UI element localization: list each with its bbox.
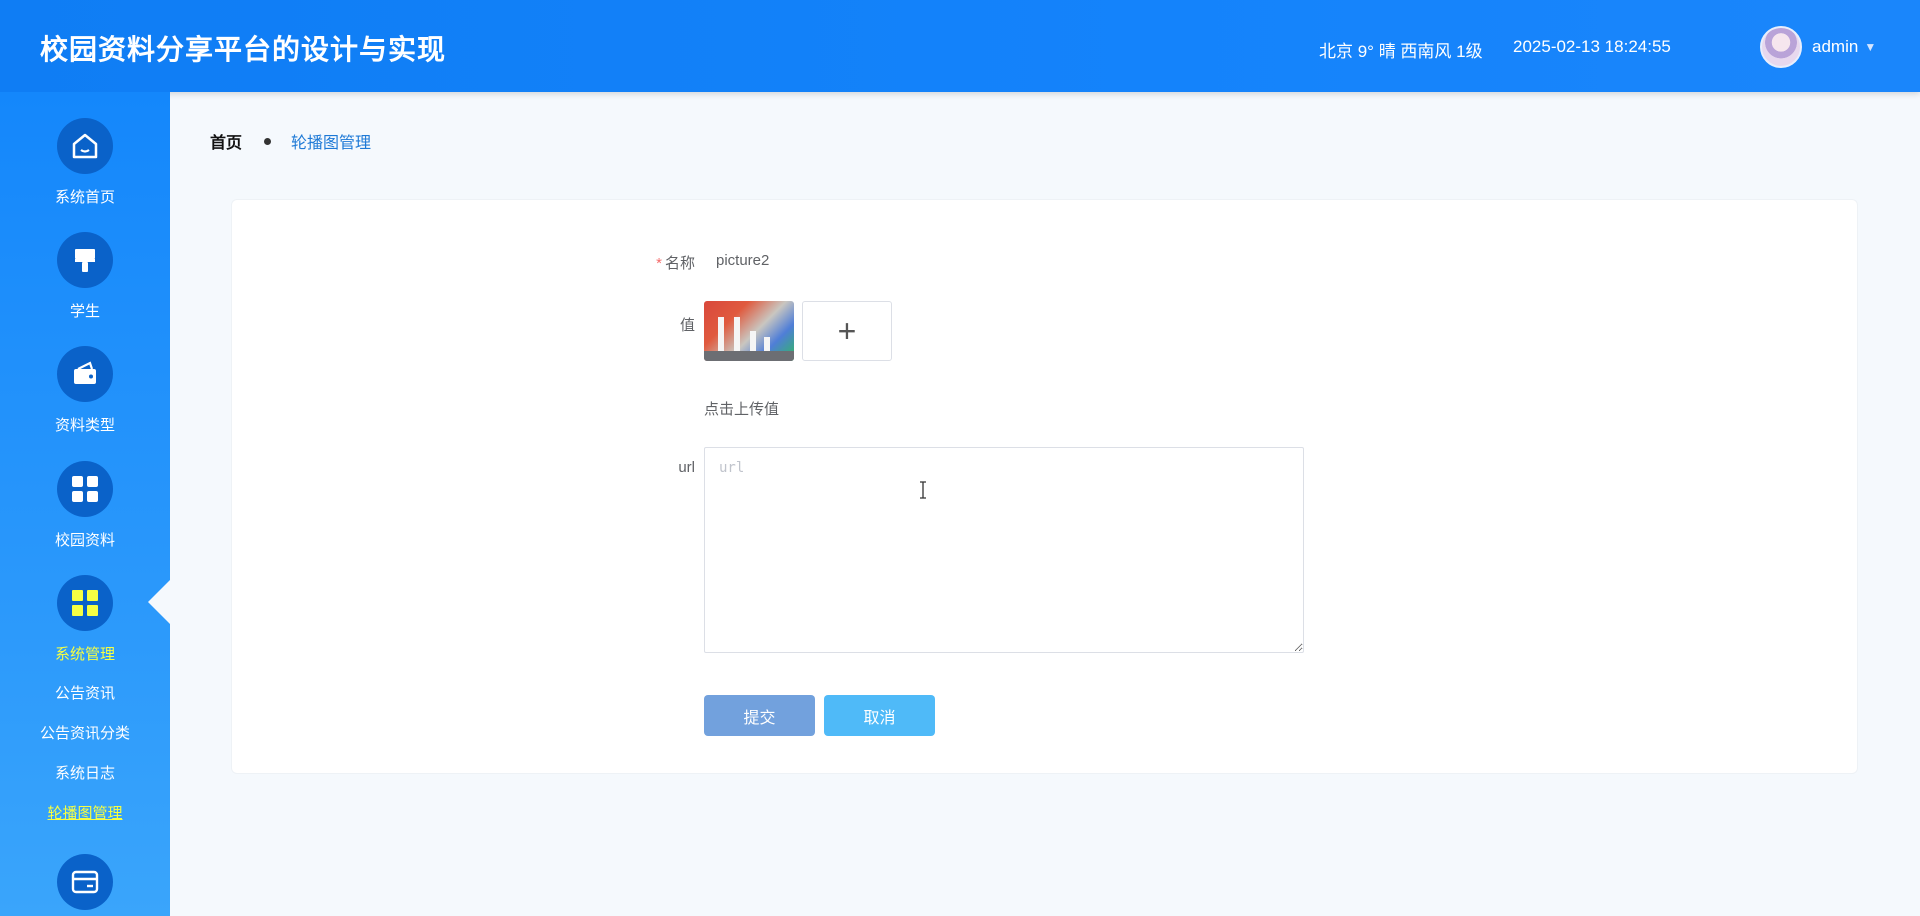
username[interactable]: admin [1812,37,1858,57]
wallet-icon [57,346,113,402]
user-menu[interactable]: admin ▼ [1760,26,1876,68]
weather-info: 北京 9° 晴 西南风 1级 [1319,42,1483,61]
upload-button[interactable]: + [802,301,892,361]
uploaded-image-thumbnail[interactable] [704,301,794,361]
sidebar-item-more[interactable] [0,854,170,910]
top-header: 校园资料分享平台的设计与实现 北京 9° 晴 西南风 1级 2025-02-13… [0,0,1920,92]
grid-icon [57,461,113,517]
name-value: picture2 [716,252,770,269]
plus-icon: + [837,312,857,349]
sidebar-item-label: 系统首页 [54,189,115,206]
url-label: url [678,459,695,476]
breadcrumb-current: 轮播图管理 [291,135,372,152]
url-textarea[interactable] [704,447,1304,653]
site-title: 校园资料分享平台的设计与实现 [40,34,447,65]
sidebar-item-students[interactable]: 学生 [0,232,170,321]
text-cursor-icon [920,481,926,499]
submit-button[interactable]: 提交 [704,695,815,736]
sidebar-item-home[interactable]: 系统首页 [0,118,170,207]
breadcrumb-separator [264,137,272,145]
required-mark: * [656,255,662,272]
upload-hint: 点击上传值 [704,401,780,418]
breadcrumb: 首页 轮播图管理 [210,129,371,153]
active-pointer [148,580,170,624]
value-label: 值 [679,317,695,334]
sidebar-item-label: 资料类型 [54,417,115,434]
sidebar-item-label: 学生 [69,303,100,320]
cancel-button[interactable]: 取消 [824,695,935,736]
home-icon [57,118,113,174]
sidebar: 系统首页 学生 资料类型 校园资料 系统管理 公告资讯 公告资讯分类 系统日志 … [0,92,170,916]
submenu-item-carousel-management[interactable]: 轮播图管理 [0,802,170,823]
avatar[interactable] [1760,26,1802,68]
submenu-item-announcement-categories[interactable]: 公告资讯分类 [0,722,170,743]
breadcrumb-home[interactable]: 首页 [210,129,242,153]
name-label: * 名称 [656,255,695,272]
sidebar-item-label: 校园资料 [54,532,115,549]
grid-icon [57,575,113,631]
submenu-item-announcements[interactable]: 公告资讯 [0,682,170,703]
datetime-display: 2025-02-13 18:24:55 [1513,37,1671,56]
chevron-down-icon[interactable]: ▼ [1864,40,1876,54]
submenu-item-system-log[interactable]: 系统日志 [0,762,170,783]
brush-icon [57,232,113,288]
sidebar-item-material-type[interactable]: 资料类型 [0,346,170,435]
sidebar-item-label: 系统管理 [54,646,115,663]
card-icon [57,854,113,910]
sidebar-item-system-management[interactable]: 系统管理 [0,575,170,664]
sidebar-item-campus-material[interactable]: 校园资料 [0,461,170,550]
